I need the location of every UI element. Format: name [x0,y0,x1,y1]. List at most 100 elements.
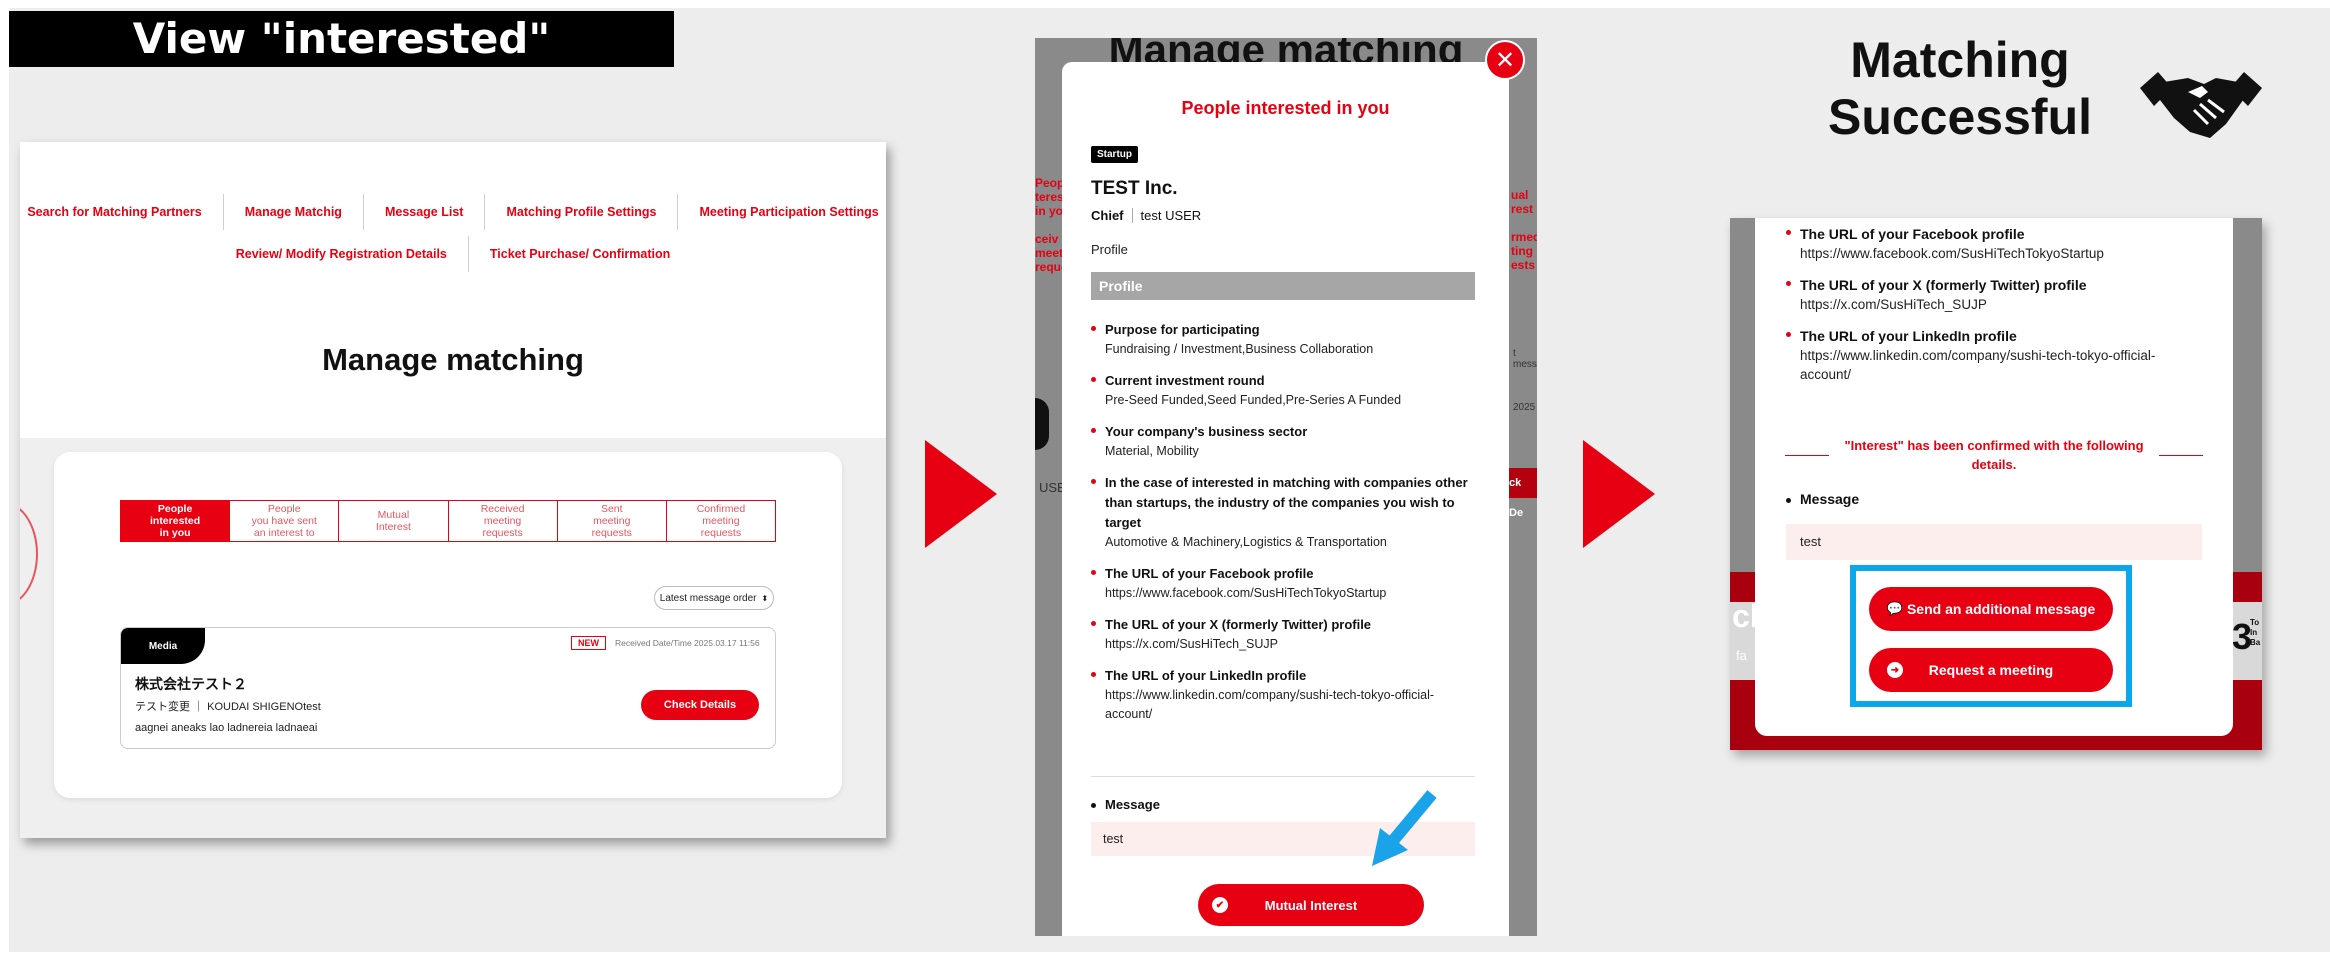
detail-label: In the case of interested in matching wi… [1105,475,1468,530]
tab-people-interested[interactable]: People interested in you [121,501,231,541]
nav-ticket-purchase[interactable]: Ticket Purchase/ Confirmation [469,236,691,272]
close-icon[interactable]: ✕ [1485,40,1525,80]
startup-tag: Startup [1091,146,1138,163]
company-name: 株式会社テスト２ [135,676,247,692]
chat-bubble-icon: 💬 [1886,601,1903,616]
divider [1785,454,1829,456]
detail-label: The URL of your Facebook profile [1800,226,2025,242]
nav-meeting-participation-settings[interactable]: Meeting Participation Settings [678,194,886,230]
sort-icon: ⬍ [761,593,769,603]
background-button: ck De [1509,468,1537,519]
mutual-interest-label: Mutual Interest [1264,897,1358,913]
contact-info: Chief test USER [1091,208,1201,223]
detail-value: Fundraising / Investment,Business Collab… [1105,342,1374,356]
role: Chief [1091,208,1133,223]
list-item: The URL of your Facebook profile https://… [1091,564,1475,603]
profile-details: The URL of your Facebook profile https://… [1786,224,2206,396]
arrow-right-circle-icon: ➜ [1887,662,1903,678]
confirmation-notice: "Interest" has been confirmed with the f… [1785,436,2203,474]
sort-select[interactable]: Latest message order ⬍ [654,586,774,610]
tab-mutual-interest[interactable]: Mutual Interest [339,501,449,541]
page-title: Manage matching [322,342,584,377]
headline-banner: View "interested" [9,11,674,67]
detail-value: https://www.facebook.com/SusHiTechTokyoS… [1105,586,1387,600]
background-text-small: fa [1736,648,1747,663]
list-item: In the case of interested in matching wi… [1091,473,1475,552]
background-message: t mess [1513,348,1537,370]
list-item: The URL of your X (formerly Twitter) pro… [1091,615,1475,654]
detail-value: https://www.facebook.com/SusHiTechTokyoS… [1800,246,2104,261]
detail-value: Material, Mobility [1105,444,1199,458]
manage-matching-screenshot: Search for Matching Partners Manage Matc… [20,142,886,838]
list-item: The URL of your LinkedIn profile https://… [1786,326,2206,384]
tab-sent-interest[interactable]: People you have sent an interest to [230,501,340,541]
background-tag [1035,398,1049,450]
background-tabs-right: ual rest rmed ting ests [1511,188,1537,272]
list-item: Current investment round Pre-Seed Funded,… [1091,371,1475,410]
detail-value: https://x.com/SusHiTech_SUJP [1105,637,1278,651]
detail-value: https://www.linkedin.com/company/sushi-t… [1105,688,1435,721]
profile-details: Purpose for participating Fundraising / I… [1091,320,1475,736]
detail-label: The URL of your LinkedIn profile [1800,328,2017,344]
nav-message-list[interactable]: Message List [364,194,486,230]
message-value: test [1786,524,2202,560]
detail-label: Current investment round [1105,373,1265,388]
divider [1091,776,1475,777]
modal-title: People interested in you [1181,98,1390,118]
interest-detail-screenshot: Manage matching Peop teres in yo ceiv me… [1035,38,1537,936]
handshake-icon [2140,72,2262,138]
detail-label: The URL of your Facebook profile [1105,566,1314,581]
matching-successful-title: Matching Successful [1827,32,2092,145]
request-meeting-label: Request a meeting [1928,662,2054,678]
highlight-box: 💬 Send an additional message ➜ Request a… [1850,565,2132,707]
divider [2159,454,2203,456]
send-additional-message-button[interactable]: 💬 Send an additional message [1869,587,2113,631]
check-details-button[interactable]: Check Details [641,690,759,720]
message-label: Message [1091,797,1160,812]
tab-sent-requests[interactable]: Sent meeting requests [558,501,667,541]
nav-matching-profile-settings[interactable]: Matching Profile Settings [485,194,679,230]
headline-text: View "interested" [132,14,551,63]
nav-manage-matching[interactable]: Manage Matchig [224,194,364,230]
background-text-tiny: To In Ba [2250,618,2261,647]
detail-label: Your company's business sector [1105,424,1308,439]
category-tag: Media [121,628,205,664]
list-item: Your company's business sector Material, … [1091,422,1475,461]
detail-value: Pre-Seed Funded,Seed Funded,Pre-Series A… [1105,393,1402,407]
nav-search-partners[interactable]: Search for Matching Partners [20,194,224,230]
company-name: TEST Inc. [1091,178,1178,199]
detail-label: Purpose for participating [1105,322,1260,337]
detail-value: Automotive & Machinery,Logistics & Trans… [1105,535,1387,549]
list-item: Purpose for participating Fundraising / I… [1091,320,1475,359]
top-nav-row-2: Review/ Modify Registration Details Tick… [20,236,886,272]
detail-label: The URL of your X (formerly Twitter) pro… [1800,277,2087,293]
nav-review-registration[interactable]: Review/ Modify Registration Details [215,236,469,272]
list-item: The URL of your X (formerly Twitter) pro… [1786,275,2206,314]
new-badge: NEW [571,636,606,650]
sort-label: Latest message order [659,592,757,604]
person-name: テスト変更 ｜ KOUDAI SHIGENOtest [135,701,321,713]
interest-detail-modal: People interested in you Startup TEST In… [1062,62,1509,936]
user-name: test USER [1140,208,1202,223]
pointer-arrow-icon [1372,790,1437,866]
next-step-arrow [925,440,997,548]
detail-label: The URL of your X (formerly Twitter) pro… [1105,617,1372,632]
list-item: The URL of your Facebook profile https://… [1786,224,2206,263]
matching-tabs: People interested in you People you have… [120,500,776,542]
profile-section-header: Profile [1091,272,1475,300]
detail-value: https://x.com/SusHiTech_SUJP [1800,297,1987,312]
tab-confirmed-requests[interactable]: Confirmed meeting requests [667,501,775,541]
list-item: Media NEW Received Date/Time 2025.03.17 … [120,627,776,749]
message-label: Message [1786,491,1859,507]
profile-link[interactable]: Profile [1091,242,1128,257]
send-message-label: Send an additional message [1906,601,2096,617]
mutual-interest-button[interactable]: ✔ Mutual Interest [1198,884,1424,926]
detail-value: https://www.linkedin.com/company/sushi-t… [1800,348,2156,382]
check-circle-icon: ✔ [1212,897,1228,913]
next-step-arrow [1583,440,1655,548]
received-datetime: Received Date/Time 2025.03.17 11:56 [615,638,760,648]
background-date: 2025 [1513,402,1536,413]
list-item: The URL of your LinkedIn profile https://… [1091,666,1475,724]
request-meeting-button[interactable]: ➜ Request a meeting [1869,648,2113,692]
tab-received-requests[interactable]: Received meeting requests [449,501,558,541]
